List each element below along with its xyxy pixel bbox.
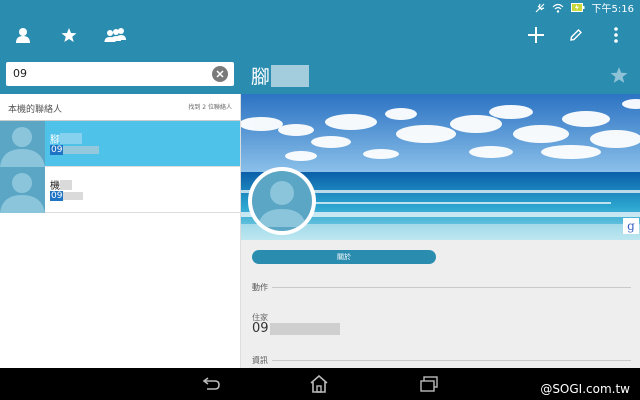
- tab-bar: [0, 18, 138, 52]
- search-value: 09: [13, 67, 27, 80]
- favorite-button[interactable]: [610, 66, 628, 88]
- redacted-text: [63, 146, 100, 154]
- back-icon: [202, 377, 220, 390]
- edit-contact-button[interactable]: [556, 18, 596, 52]
- contact-row[interactable]: 腳 09: [0, 121, 240, 167]
- list-section-header: 本機的聯絡人 找到 2 位聯絡人: [0, 94, 240, 121]
- redacted-text: [60, 133, 82, 144]
- edit-icon: [570, 29, 582, 41]
- wifi-icon: [552, 3, 563, 13]
- navigation-bar: @SOGI.com.tw: [0, 368, 640, 400]
- redacted-name: [271, 64, 310, 87]
- result-count: 找到 2 位聯絡人: [188, 104, 232, 111]
- overflow-icon: [614, 27, 618, 43]
- add-icon: [528, 27, 544, 43]
- tab-contacts[interactable]: [0, 18, 46, 52]
- contact-number: 09: [50, 145, 100, 155]
- status-bar: 下午5:16: [535, 0, 634, 15]
- battery-charging-icon: [570, 3, 585, 12]
- actions-section-header: 動作: [252, 282, 631, 293]
- contact-name: 腳: [50, 131, 82, 146]
- avatar: [0, 167, 45, 213]
- status-time: 下午5:16: [591, 4, 634, 15]
- google-icon: g: [623, 218, 639, 234]
- contact-name: 機: [50, 177, 72, 192]
- home-icon: [310, 375, 328, 393]
- redacted-text: [63, 192, 84, 200]
- person-icon: [16, 28, 30, 43]
- default-avatar-icon: [258, 181, 306, 227]
- default-avatar-icon: [0, 173, 45, 213]
- contacts-app: 下午5:16 09 腳 本機的聯絡人 找到 2 位聯絡人 腳 09 機 09 g…: [0, 0, 640, 368]
- recent-apps-button[interactable]: [417, 374, 441, 394]
- home-button[interactable]: [307, 374, 331, 394]
- search-input[interactable]: 09: [6, 62, 234, 86]
- tab-favorites[interactable]: [46, 18, 92, 52]
- action-bar: 下午5:16 09 腳: [0, 0, 640, 94]
- add-contact-button[interactable]: [516, 18, 556, 52]
- info-section-header: 資訊: [252, 355, 631, 366]
- recent-apps-icon: [420, 376, 438, 392]
- watermark: @SOGI.com.tw: [540, 382, 630, 396]
- airplane-icon: [535, 3, 544, 12]
- redacted-text: [269, 322, 340, 335]
- star-outline-icon: [610, 67, 628, 83]
- clear-search-button[interactable]: [212, 66, 228, 82]
- section-title: 本機的聯絡人: [8, 105, 63, 115]
- back-button[interactable]: [199, 374, 223, 394]
- star-icon: [61, 28, 77, 42]
- contact-detail-pane: g 關於 動作 住家 09 資訊: [240, 94, 640, 368]
- avatar: [0, 121, 45, 167]
- contact-list-pane: 本機的聯絡人 找到 2 位聯絡人 腳 09 機 09: [0, 94, 240, 368]
- tab-groups[interactable]: [92, 18, 138, 52]
- phone-number[interactable]: 09: [252, 321, 340, 336]
- contact-number: 09: [50, 191, 84, 201]
- redacted-text: [60, 179, 72, 190]
- about-button[interactable]: 關於: [252, 250, 436, 264]
- close-icon: [216, 70, 224, 78]
- group-icon: [104, 28, 126, 42]
- contact-name: 腳: [251, 66, 271, 88]
- profile-photo[interactable]: [248, 167, 316, 235]
- avatar: [252, 171, 312, 231]
- overflow-menu-button[interactable]: [596, 18, 636, 52]
- action-buttons: [516, 18, 636, 52]
- default-avatar-icon: [0, 127, 45, 167]
- contact-title: 腳: [251, 62, 310, 89]
- contact-row[interactable]: 機 09: [0, 167, 240, 213]
